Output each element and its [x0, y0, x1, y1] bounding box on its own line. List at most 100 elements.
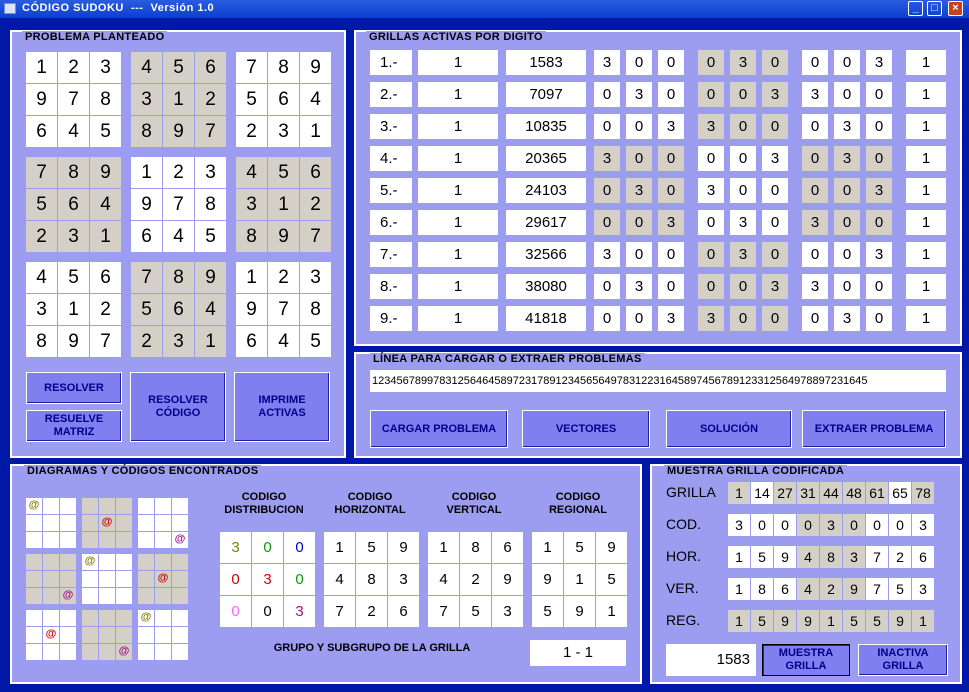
sudoku-cell[interactable]: 4	[26, 262, 57, 293]
sudoku-cell[interactable]: 9	[26, 84, 57, 115]
sudoku-cell[interactable]: 2	[163, 157, 194, 188]
sudoku-cell[interactable]: 7	[268, 294, 299, 325]
sudoku-cell[interactable]: 8	[268, 52, 299, 83]
sudoku-cell[interactable]: 5	[236, 84, 267, 115]
sudoku-cell[interactable]: 3	[58, 221, 89, 252]
sudoku-cell[interactable]: 4	[195, 294, 226, 325]
problem-line-input[interactable]: 1234567899783125646458972317891234565649…	[370, 370, 946, 392]
solucion-button[interactable]: SOLUCIÓN	[666, 410, 792, 448]
sudoku-cell[interactable]: 9	[131, 189, 162, 220]
ver-encoded-cell: 2	[820, 578, 842, 600]
sudoku-cell[interactable]: 7	[236, 52, 267, 83]
sudoku-cell[interactable]: 8	[26, 326, 57, 357]
sudoku-cell[interactable]: 8	[58, 157, 89, 188]
sudoku-cell[interactable]: 1	[236, 262, 267, 293]
sudoku-cell[interactable]: 6	[236, 326, 267, 357]
sudoku-cell[interactable]: 9	[236, 294, 267, 325]
sudoku-cell[interactable]: 6	[131, 221, 162, 252]
sudoku-cell[interactable]: 3	[268, 116, 299, 147]
sudoku-cell[interactable]: 3	[236, 189, 267, 220]
sudoku-cell[interactable]: 7	[131, 262, 162, 293]
sudoku-cell[interactable]: 6	[90, 262, 121, 293]
sudoku-cell[interactable]: 4	[90, 189, 121, 220]
sudoku-cell[interactable]: 7	[26, 157, 57, 188]
sudoku-cell[interactable]: 1	[195, 326, 226, 357]
sudoku-cell[interactable]: 8	[90, 84, 121, 115]
sudoku-cell[interactable]: 1	[300, 116, 331, 147]
muestra-grilla-button[interactable]: MUESTRA GRILLA	[762, 644, 850, 676]
sudoku-cell[interactable]: 4	[131, 52, 162, 83]
sudoku-cell[interactable]: 7	[195, 116, 226, 147]
resolver-codigo-button[interactable]: RESOLVER CÓDIGO	[130, 372, 226, 442]
sudoku-cell[interactable]: 5	[90, 116, 121, 147]
imprime-activas-button[interactable]: IMPRIME ACTIVAS	[234, 372, 330, 442]
sudoku-cell[interactable]: 9	[90, 157, 121, 188]
sudoku-cell[interactable]: 1	[58, 294, 89, 325]
sudoku-cell[interactable]: 7	[163, 189, 194, 220]
sudoku-cell[interactable]: 2	[268, 262, 299, 293]
resolver-button[interactable]: RESOLVER	[26, 372, 122, 404]
problem-title: PROBLEMA PLANTEADO	[22, 31, 168, 43]
vectores-button[interactable]: VECTORES	[522, 410, 650, 448]
sudoku-cell[interactable]: 2	[236, 116, 267, 147]
cargar-problema-button[interactable]: CARGAR PROBLEMA	[370, 410, 508, 448]
sudoku-cell[interactable]: 3	[195, 157, 226, 188]
sudoku-cell[interactable]: 4	[268, 326, 299, 357]
sudoku-cell[interactable]: 8	[236, 221, 267, 252]
sudoku-cell[interactable]: 5	[58, 262, 89, 293]
sudoku-cell[interactable]: 5	[131, 294, 162, 325]
sudoku-cell[interactable]: 2	[90, 294, 121, 325]
sudoku-cell[interactable]: 9	[163, 116, 194, 147]
sudoku-cell[interactable]: 4	[300, 84, 331, 115]
sudoku-cell[interactable]: 7	[300, 221, 331, 252]
sudoku-cell[interactable]: 5	[300, 326, 331, 357]
sudoku-cell[interactable]: 5	[26, 189, 57, 220]
sudoku-cell[interactable]: 9	[195, 262, 226, 293]
sudoku-cell[interactable]: 6	[26, 116, 57, 147]
sudoku-cell[interactable]: 3	[300, 262, 331, 293]
sudoku-cell[interactable]: 2	[300, 189, 331, 220]
sudoku-cell[interactable]: 8	[300, 294, 331, 325]
close-button[interactable]: ×	[948, 1, 963, 16]
sudoku-cell[interactable]: 2	[131, 326, 162, 357]
sudoku-cell[interactable]: 8	[131, 116, 162, 147]
minimize-button[interactable]: _	[908, 1, 923, 16]
sudoku-cell[interactable]: 6	[268, 84, 299, 115]
sudoku-cell[interactable]: 9	[300, 52, 331, 83]
sudoku-cell[interactable]: 7	[58, 84, 89, 115]
maximize-button[interactable]: □	[927, 1, 942, 16]
sudoku-cell[interactable]: 6	[300, 157, 331, 188]
sudoku-cell[interactable]: 1	[268, 189, 299, 220]
sudoku-cell[interactable]: 3	[163, 326, 194, 357]
sudoku-cell[interactable]: 6	[58, 189, 89, 220]
sudoku-cell[interactable]: 7	[90, 326, 121, 357]
resuelve-matriz-button[interactable]: RESUELVE MATRIZ	[26, 410, 122, 442]
sudoku-cell[interactable]: 6	[195, 52, 226, 83]
sudoku-cell[interactable]: 4	[163, 221, 194, 252]
mini-cell	[60, 610, 76, 626]
sudoku-cell[interactable]: 2	[58, 52, 89, 83]
sudoku-cell[interactable]: 5	[163, 52, 194, 83]
sudoku-cell[interactable]: 9	[58, 326, 89, 357]
extraer-problema-button[interactable]: EXTRAER PROBLEMA	[802, 410, 946, 448]
sudoku-cell[interactable]: 1	[163, 84, 194, 115]
sudoku-cell[interactable]: 1	[26, 52, 57, 83]
digit-cell: 0	[866, 146, 892, 171]
sudoku-cell[interactable]: 4	[58, 116, 89, 147]
inactiva-grilla-button[interactable]: INACTIVA GRILLA	[858, 644, 948, 676]
sudoku-cell[interactable]: 5	[268, 157, 299, 188]
sudoku-cell[interactable]: 9	[268, 221, 299, 252]
reg-code-cell: 1	[596, 596, 627, 627]
sudoku-cell[interactable]: 1	[90, 221, 121, 252]
sudoku-cell[interactable]: 8	[195, 189, 226, 220]
sudoku-cell[interactable]: 6	[163, 294, 194, 325]
sudoku-cell[interactable]: 2	[195, 84, 226, 115]
sudoku-cell[interactable]: 8	[163, 262, 194, 293]
sudoku-cell[interactable]: 3	[26, 294, 57, 325]
sudoku-cell[interactable]: 4	[236, 157, 267, 188]
sudoku-cell[interactable]: 2	[26, 221, 57, 252]
sudoku-cell[interactable]: 3	[90, 52, 121, 83]
sudoku-cell[interactable]: 1	[131, 157, 162, 188]
sudoku-cell[interactable]: 3	[131, 84, 162, 115]
sudoku-cell[interactable]: 5	[195, 221, 226, 252]
